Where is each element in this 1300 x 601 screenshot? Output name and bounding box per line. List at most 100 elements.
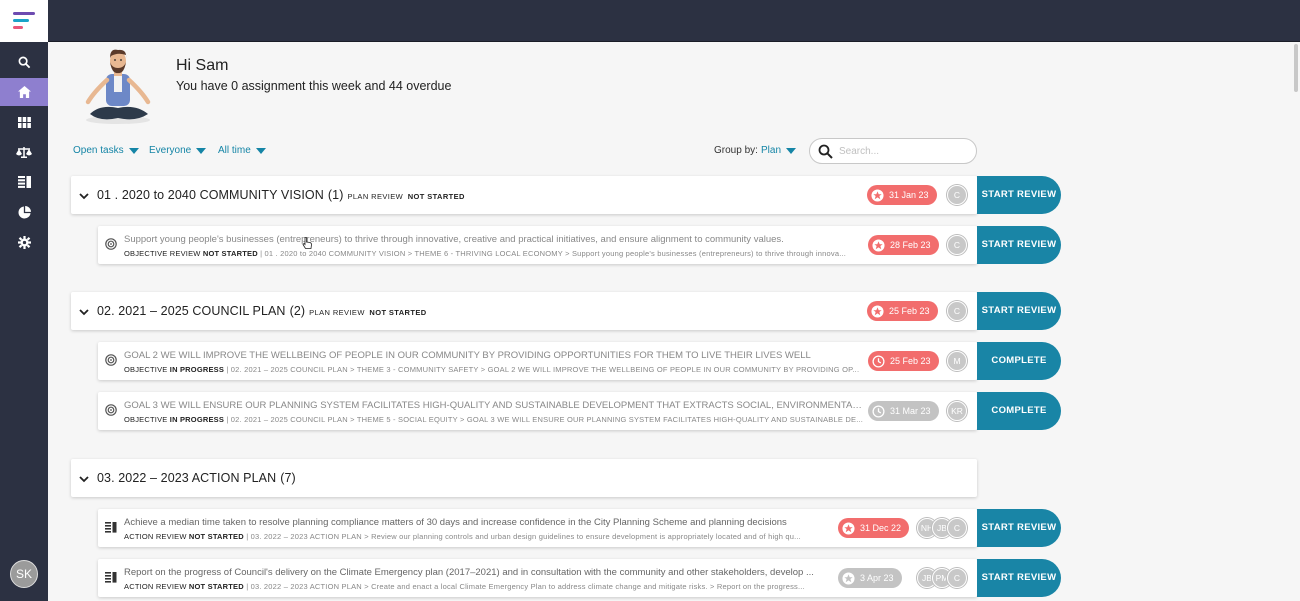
assignee-avatar[interactable]: C: [947, 301, 967, 321]
home-icon: [17, 86, 31, 98]
due-date: 25 Feb 23: [890, 356, 931, 366]
start-review-button[interactable]: START REVIEW: [977, 176, 1061, 214]
due-date-badge: 31 Jan 23: [867, 185, 937, 205]
group-by-value: Plan: [761, 145, 782, 156]
nav-home[interactable]: [0, 78, 48, 106]
overdue-icon: [842, 521, 855, 535]
nav-reports[interactable]: [0, 198, 48, 226]
plan-count: (2): [289, 304, 306, 318]
due-date-badge: 25 Feb 23: [868, 351, 939, 371]
caret-down-icon: [196, 147, 207, 154]
start-review-button[interactable]: START REVIEW: [977, 559, 1061, 597]
assignee-avatar[interactable]: KR: [947, 401, 967, 421]
start-review-button[interactable]: START REVIEW: [977, 226, 1061, 264]
caret-down-icon: [128, 147, 139, 154]
assignee-avatar[interactable]: C: [947, 235, 967, 255]
review-type: PLAN REVIEW: [347, 192, 404, 201]
filter-people-dropdown[interactable]: Everyone: [149, 145, 207, 156]
target-icon: [105, 404, 117, 416]
overdue-icon: [871, 188, 884, 202]
item-meta: ACTION REVIEW NOT STARTED | 03. 2022 – 2…: [124, 582, 828, 591]
hand-cursor-icon: [302, 237, 312, 249]
caret-down-icon: [255, 147, 266, 154]
filter-time-dropdown[interactable]: All time: [218, 145, 266, 156]
due-date-badge: 31 Mar 23: [868, 401, 939, 421]
complete-button[interactable]: COMPLETE: [977, 392, 1061, 430]
plan-count: (7): [280, 471, 296, 485]
item-status: IN PROGRESS: [169, 365, 225, 374]
complete-button[interactable]: COMPLETE: [977, 342, 1061, 380]
start-review-button[interactable]: START REVIEW: [977, 509, 1061, 547]
greeting: Hi Sam: [176, 57, 229, 74]
list-icon: [105, 522, 117, 533]
review-type: PLAN REVIEW: [309, 308, 365, 317]
filter-time-label: All time: [218, 145, 251, 156]
assignee-avatar[interactable]: C: [947, 568, 967, 588]
nav-settings[interactable]: [0, 228, 48, 256]
search-input[interactable]: [839, 145, 959, 157]
target-icon: [105, 354, 117, 366]
filter-people-label: Everyone: [149, 145, 192, 156]
item-path: | 01 . 2020 to 2040 COMMUNITY VISION > T…: [260, 249, 847, 258]
clock-icon: [872, 404, 885, 418]
group-by-dropdown[interactable]: Plan: [761, 145, 797, 156]
item-status: NOT STARTED: [188, 582, 244, 591]
item-type: OBJECTIVE: [124, 365, 168, 374]
review-status: NOT STARTED: [407, 192, 465, 201]
nav-dashboard[interactable]: [0, 108, 48, 136]
nav-search[interactable]: [0, 48, 48, 76]
item-meta: ACTION REVIEW NOT STARTED | 03. 2022 – 2…: [124, 532, 828, 541]
plan-title-line: 03. 2022 – 2023 ACTION PLAN (7): [97, 471, 296, 485]
search-box[interactable]: [809, 138, 977, 164]
user-avatar[interactable]: SK: [10, 560, 38, 588]
plan-group-header[interactable]: 02. 2021 – 2025 COUNCIL PLAN (2) PLAN REVI…: [71, 292, 977, 330]
item-title: GOAL 3 WE WILL ENSURE OUR PLANNING SYSTE…: [124, 400, 864, 411]
scrollbar[interactable]: [1294, 44, 1298, 92]
due-date-badge: 25 Feb 23: [867, 301, 938, 321]
nav-plans[interactable]: [0, 168, 48, 196]
objective-row[interactable]: Support young people's businesses (entre…: [98, 226, 977, 264]
start-review-button[interactable]: START REVIEW: [977, 292, 1061, 330]
plan-group-header[interactable]: 03. 2022 – 2023 ACTION PLAN (7): [71, 459, 977, 497]
chevron-down-icon[interactable]: [79, 474, 89, 484]
item-meta: OBJECTIVE IN PROGRESS | 02. 2021 – 2025 …: [124, 415, 864, 424]
item-status: NOT STARTED: [202, 249, 258, 258]
search-icon: [818, 144, 833, 159]
assignment-summary: You have 0 assignment this week and 44 o…: [176, 79, 452, 93]
plan-group-header[interactable]: 01 . 2020 to 2040 COMMUNITY VISION (1) PLA…: [71, 176, 977, 214]
item-path: | 03. 2022 – 2023 ACTION PLAN > Review o…: [246, 532, 801, 541]
grid-icon: [17, 116, 31, 128]
plan-count: (1): [327, 188, 344, 202]
list-icon: [105, 572, 117, 583]
assignee-avatar[interactable]: C: [947, 185, 967, 205]
objective-row[interactable]: GOAL 2 WE WILL IMPROVE THE WELLBEING OF …: [98, 342, 977, 380]
item-type: ACTION REVIEW: [124, 532, 187, 541]
item-title: GOAL 2 WE WILL IMPROVE THE WELLBEING OF …: [124, 350, 811, 361]
filter-tasks-label: Open tasks: [73, 145, 124, 156]
assignee-avatar[interactable]: M: [947, 351, 967, 371]
chevron-down-icon[interactable]: [79, 191, 89, 201]
filter-tasks-dropdown[interactable]: Open tasks: [73, 145, 139, 156]
search-icon: [18, 56, 30, 68]
due-date-badge: 31 Dec 22: [838, 518, 910, 538]
app-logo[interactable]: [0, 0, 48, 42]
overdue-icon: [842, 571, 855, 585]
objective-row[interactable]: GOAL 3 WE WILL ENSURE OUR PLANNING SYSTE…: [98, 392, 977, 430]
item-status: NOT STARTED: [188, 532, 244, 541]
plan-title: 03. 2022 – 2023 ACTION PLAN: [97, 471, 277, 485]
item-status: IN PROGRESS: [169, 415, 225, 424]
review-status: NOT STARTED: [369, 308, 427, 317]
pie-chart-icon: [18, 205, 31, 218]
assignee-avatar[interactable]: C: [947, 518, 967, 538]
item-type: OBJECTIVE: [124, 415, 168, 424]
sidebar: SK: [0, 42, 48, 601]
logo-icon: [13, 12, 35, 30]
plan-title: 02. 2021 – 2025 COUNCIL PLAN: [97, 304, 286, 318]
nav-compare[interactable]: [0, 138, 48, 166]
due-date-badge: 3 Apr 23: [838, 568, 902, 588]
due-date: 31 Dec 22: [860, 523, 902, 533]
item-path: | 03. 2022 – 2023 ACTION PLAN > Create a…: [246, 582, 805, 591]
chevron-down-icon[interactable]: [79, 307, 89, 317]
overdue-icon: [871, 304, 884, 318]
item-type: OBJECTIVE REVIEW: [124, 249, 201, 258]
